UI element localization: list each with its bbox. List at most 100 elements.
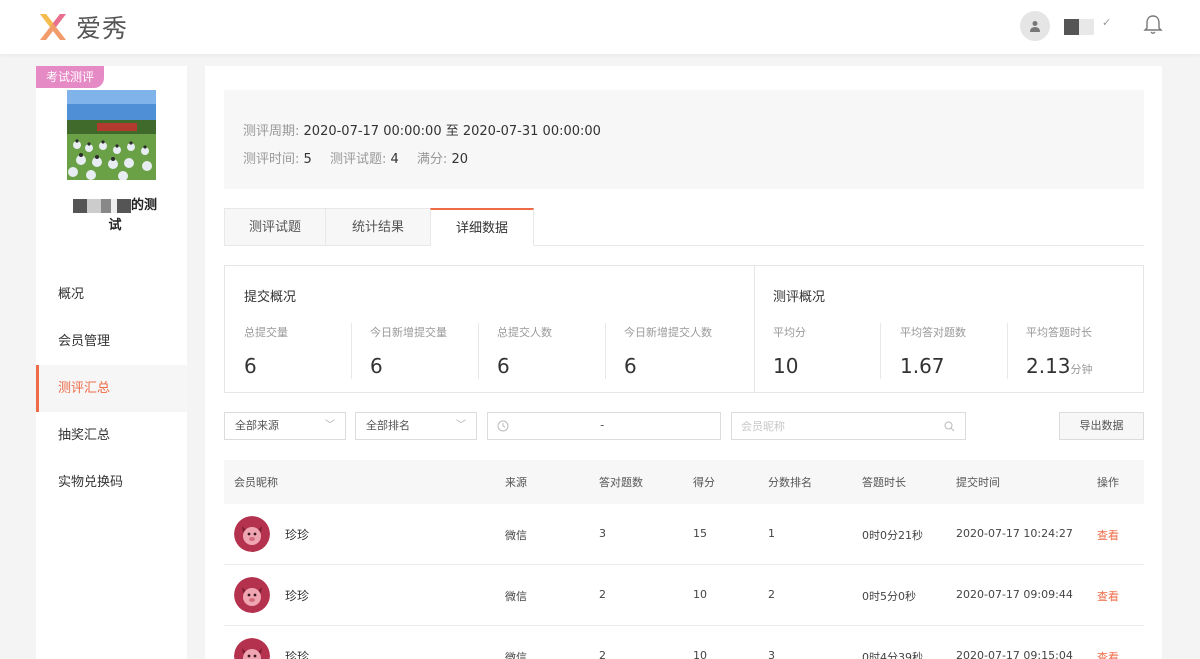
exam-title: 的测 试 <box>60 196 170 236</box>
cell-rank: 3 <box>768 649 775 659</box>
cell-source: 微信 <box>505 590 527 603</box>
rank-select[interactable]: 全部排名 ﹀ <box>355 412 477 440</box>
user-icon <box>1030 21 1040 32</box>
full-score-label: 满分: <box>416 152 448 167</box>
bell-icon[interactable] <box>1143 14 1163 36</box>
stat-today-submitters: 今日新增提交人数 6 <box>624 324 712 378</box>
time-label: 测评时间: <box>243 152 300 167</box>
logo-x-icon <box>40 14 66 40</box>
cell-submitted: 2020-07-17 10:24:27 <box>956 527 1073 540</box>
table-row: 珍珍 微信 3 15 1 0时0分21秒 2020-07-17 10:24:27… <box>224 504 1144 565</box>
brand-logo[interactable]: 爱秀 <box>36 9 128 45</box>
chevron-down-icon: ﹀ <box>325 420 335 431</box>
cell-duration: 0时4分39秒 <box>862 651 923 659</box>
table-row: 珍珍 微信 2 10 2 0时5分0秒 2020-07-17 09:09:44 … <box>224 565 1144 626</box>
exam-title-suffix: 的测 <box>130 198 157 213</box>
period-label: 测评周期: <box>243 124 300 139</box>
cell-submitted: 2020-07-17 09:15:04 <box>956 649 1073 659</box>
stat-label: 总提交量 <box>244 326 288 339</box>
member-nickname: 珍珍 <box>285 650 310 659</box>
member-avatar <box>234 577 270 613</box>
eval-info-box: 测评周期: 2020-07-17 00:00:00 至 2020-07-31 0… <box>224 90 1144 189</box>
tab-detail-data[interactable]: 详细数据 <box>430 208 534 246</box>
sidebar-item-redeem-codes[interactable]: 实物兑换码 <box>36 459 187 506</box>
stat-value: 6 <box>624 354 637 378</box>
cell-duration: 0时5分0秒 <box>862 590 916 603</box>
cell-rank: 1 <box>768 527 775 540</box>
source-select-value: 全部来源 <box>235 419 279 432</box>
view-link[interactable]: 查看 <box>1097 649 1119 659</box>
eval-overview-title: 测评概况 <box>773 290 826 305</box>
chevron-down-icon[interactable]: ✓ <box>1102 16 1111 29</box>
overview-divider <box>754 266 755 392</box>
user-name-redacted[interactable] <box>1064 19 1094 35</box>
tab-statistics[interactable]: 统计结果 <box>325 208 431 246</box>
col-score: 得分 <box>693 476 715 489</box>
exam-type-tag: 考试测评 <box>36 66 105 88</box>
source-select[interactable]: 全部来源 ﹀ <box>224 412 346 440</box>
cell-source: 微信 <box>505 529 527 542</box>
stat-label: 今日新增提交人数 <box>624 326 712 339</box>
col-source: 来源 <box>505 476 527 489</box>
sidebar-item-members[interactable]: 会员管理 <box>36 318 187 365</box>
cell-correct: 3 <box>599 527 606 540</box>
col-action: 操作 <box>1097 476 1119 489</box>
stat-total-submitters: 总提交人数 6 <box>497 324 552 378</box>
date-range-separator: - <box>600 418 605 432</box>
stat-today-submits: 今日新增提交量 6 <box>370 324 447 378</box>
cell-source: 微信 <box>505 651 527 659</box>
clock-icon <box>497 420 509 432</box>
stat-value: 1.67 <box>900 354 945 378</box>
view-link[interactable]: 查看 <box>1097 527 1119 543</box>
eval-meta: 测评时间: 5 测评试题: 4 满分: 20 <box>243 148 468 167</box>
member-avatar <box>234 516 270 552</box>
table-header: 会员昵称 来源 答对题数 得分 分数排名 答题时长 提交时间 操作 <box>224 460 1144 504</box>
user-avatar[interactable] <box>1020 11 1050 41</box>
sidebar: 考试测评 的测 试 概况 会员管理 测评汇总 抽奖汇总 实物兑换码 <box>36 66 187 659</box>
table-row: 珍珍 微信 2 10 3 0时4分39秒 2020-07-17 09:15:04… <box>224 626 1144 659</box>
sidebar-item-overview[interactable]: 概况 <box>36 271 187 318</box>
stat-value-unit: 分钟 <box>1070 363 1093 376</box>
divider <box>605 323 606 379</box>
stat-label: 平均答题时长 <box>1026 326 1092 339</box>
cell-score: 15 <box>693 527 707 540</box>
stat-label: 平均答对题数 <box>900 326 966 339</box>
stat-value: 6 <box>497 354 510 378</box>
stat-label: 平均分 <box>773 326 806 339</box>
col-rank: 分数排名 <box>768 476 812 489</box>
stat-total-submits: 总提交量 6 <box>244 324 288 378</box>
rank-select-value: 全部排名 <box>366 419 410 432</box>
stat-value-number: 2.13 <box>1026 354 1071 378</box>
divider <box>1007 323 1008 379</box>
export-data-button[interactable]: 导出数据 <box>1059 412 1144 440</box>
divider <box>880 323 881 379</box>
cell-score: 10 <box>693 588 707 601</box>
member-search[interactable] <box>731 412 966 440</box>
tab-eval-questions[interactable]: 测评试题 <box>224 208 326 246</box>
date-range-picker[interactable]: - <box>487 412 721 440</box>
stat-value: 6 <box>370 354 383 378</box>
col-correct: 答对题数 <box>599 476 643 489</box>
search-input[interactable] <box>732 413 932 439</box>
search-icon[interactable] <box>944 421 955 432</box>
col-nickname: 会员昵称 <box>234 476 278 489</box>
cell-duration: 0时0分21秒 <box>862 529 923 542</box>
divider <box>478 323 479 379</box>
divider <box>351 323 352 379</box>
sidebar-nav: 概况 会员管理 测评汇总 抽奖汇总 实物兑换码 <box>36 271 187 506</box>
stat-value: 10 <box>773 354 799 378</box>
questions-value: 4 <box>390 152 399 167</box>
exam-title-line2: 试 <box>108 218 122 233</box>
stat-label: 今日新增提交量 <box>370 326 447 339</box>
sidebar-item-lottery-summary[interactable]: 抽奖汇总 <box>36 412 187 459</box>
questions-label: 测评试题: <box>329 152 387 167</box>
member-nickname: 珍珍 <box>285 528 310 542</box>
stat-value: 2.13分钟 <box>1026 354 1093 378</box>
submit-overview-title: 提交概况 <box>244 290 297 305</box>
full-score-value: 20 <box>451 152 468 167</box>
tab-bar: 测评试题 统计结果 详细数据 <box>224 208 1144 246</box>
stat-avg-duration: 平均答题时长 2.13分钟 <box>1026 324 1093 378</box>
top-bar: 爱秀 ✓ <box>0 0 1200 54</box>
sidebar-item-eval-summary[interactable]: 测评汇总 <box>36 365 187 412</box>
view-link[interactable]: 查看 <box>1097 588 1119 604</box>
